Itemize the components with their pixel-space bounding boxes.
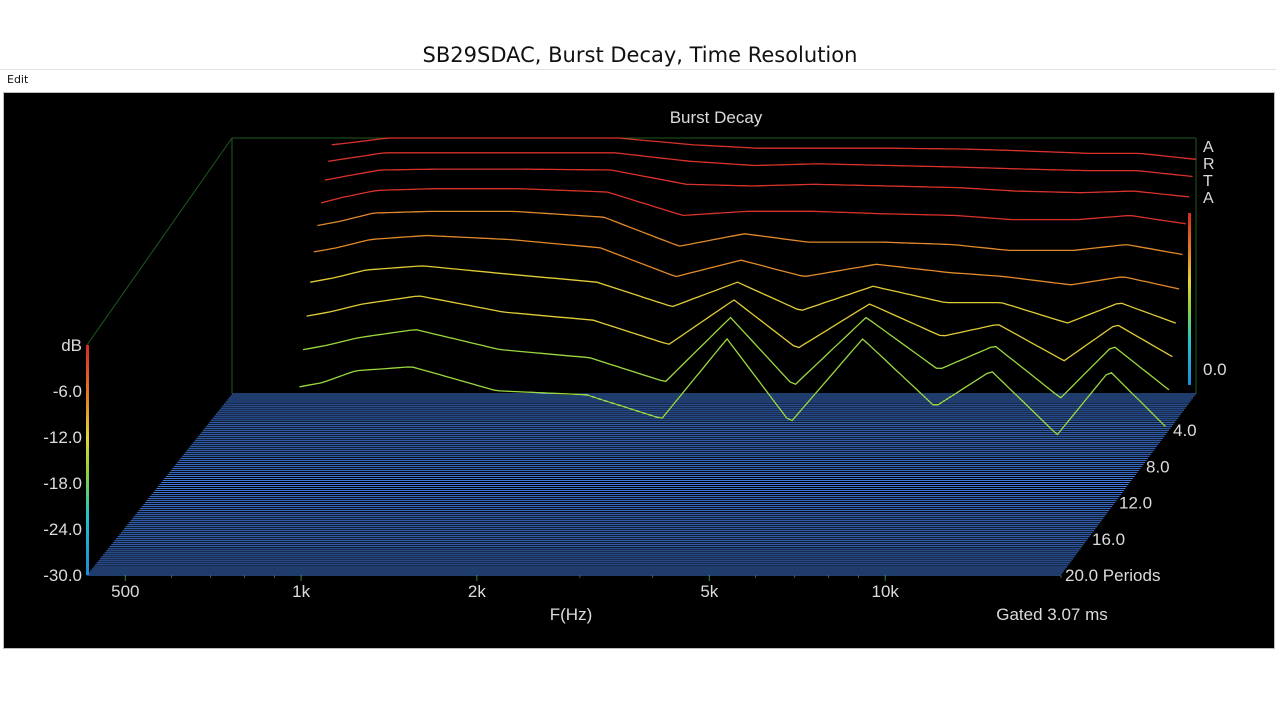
waterfall-chart: -6.0 -12.0 -18.0 -24.0 -30.0 4.08.0 12.0 16.0 20… [43, 108, 1227, 624]
decay-curve-0 [331, 137, 1197, 160]
db-tick-label: -6.0 [53, 382, 82, 401]
box-side-edge [86, 137, 233, 346]
x-axis-label: F(Hz) [550, 605, 592, 624]
decay-curve-6 [310, 265, 1177, 324]
page-title: SB29SDAC, Burst Decay, Time Resolution [422, 43, 858, 67]
watermark-letter: A [1203, 139, 1214, 156]
decay-curve-2 [324, 168, 1190, 198]
x-tick-label: 5k [700, 582, 718, 601]
decay-curve-5 [313, 234, 1180, 290]
time-floor [87, 393, 1196, 576]
decay-curve-7 [306, 295, 1173, 362]
time-tick-label: 12.0 [1119, 494, 1152, 513]
decay-curve-3 [320, 188, 1186, 225]
watermark-letter: R [1203, 156, 1215, 173]
time-tick-label: 20.0 Periods [1065, 566, 1160, 585]
plot-frame: -6.0 -12.0 -18.0 -24.0 -30.0 4.0 8.0 12.0 16.0 20… [3, 92, 1275, 649]
db-tick-label: -12.0 [43, 428, 82, 447]
watermark-letter: A [1203, 190, 1214, 207]
chart-title: Burst Decay [670, 108, 763, 127]
x-tick-label: 500 [111, 582, 139, 601]
db-tick-label: -30.0 [43, 566, 82, 585]
x-tick-label: 2k [468, 582, 486, 601]
decay-curve-4 [317, 210, 1183, 256]
x-tick-label: 10k [871, 582, 899, 601]
menu-edit[interactable]: Edit [7, 73, 28, 86]
decay-curves [299, 137, 1197, 436]
db-tick-label: -24.0 [43, 520, 82, 539]
decay-curve-1 [328, 152, 1193, 178]
watermark-letter: T [1203, 173, 1213, 190]
top-level-label: 0.0 [1203, 360, 1227, 379]
menu-bar: Edit [0, 70, 1276, 91]
db-tick-label: -18.0 [43, 474, 82, 493]
right-colorbar [1188, 213, 1191, 385]
db-colorbar [86, 345, 89, 575]
time-tick-label: 8.0 [1146, 457, 1170, 476]
decay-curve-8 [302, 316, 1170, 399]
plot-box-frame [86, 137, 1197, 576]
time-tick-label: 4.0 [1173, 421, 1197, 440]
gate-label: Gated 3.07 ms [996, 605, 1108, 624]
db-axis-label: dB [61, 336, 82, 355]
time-tick-label: 16.0 [1092, 530, 1125, 549]
x-tick-label: 1k [292, 582, 310, 601]
